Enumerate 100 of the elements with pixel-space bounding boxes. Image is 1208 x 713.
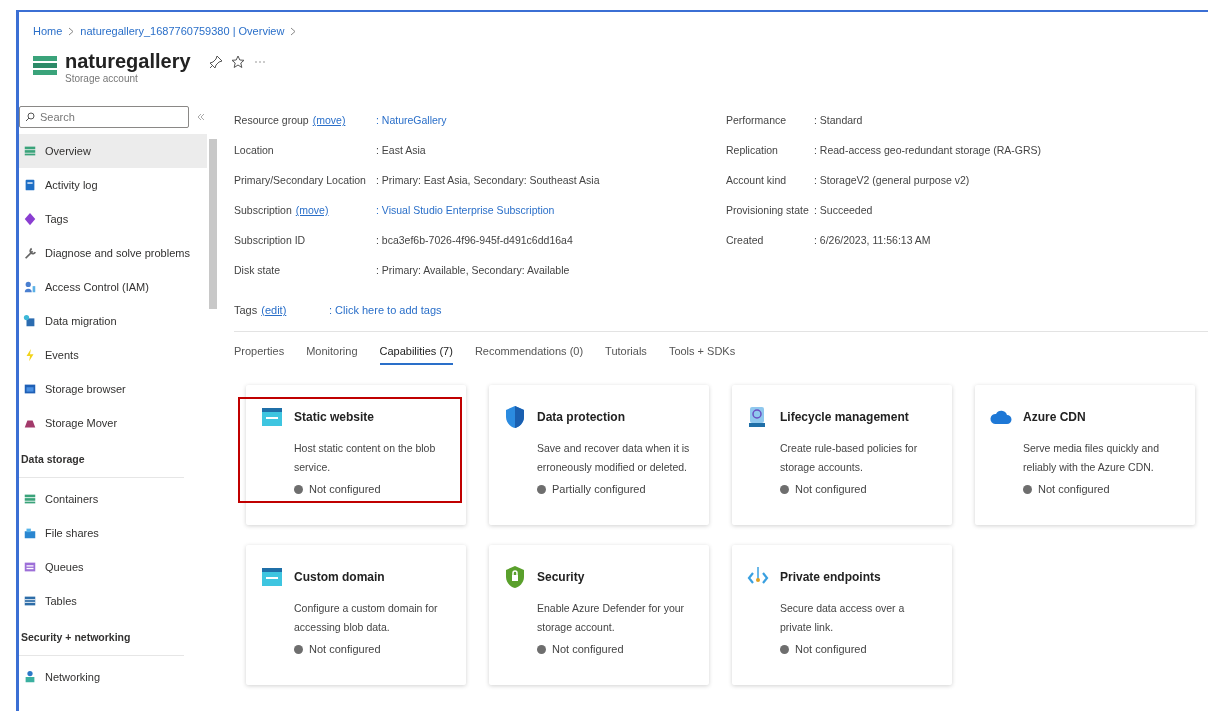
status-text: Not configured [795, 643, 867, 655]
property-label: Primary/Secondary Location [234, 174, 366, 186]
tab[interactable]: Capabilities (7) [379, 342, 453, 365]
card-title: Data protection [537, 410, 626, 424]
property-label: Disk state [234, 264, 281, 276]
tab[interactable]: Monitoring [306, 342, 358, 365]
status-dot [1023, 484, 1032, 494]
section-header: Data storage [19, 440, 184, 478]
card-description: Create rule-based policies for storage accounts. [780, 441, 919, 475]
status-dot [780, 644, 789, 654]
card-title: Security [537, 570, 586, 584]
tab[interactable]: Tools + SDKs [668, 342, 736, 365]
tab[interactable]: Tutorials [605, 342, 647, 365]
property-label: Replication [726, 144, 778, 156]
capability-card[interactable]: Custom domain Configure a custom domain for accessing blob data. Not configured [246, 545, 466, 685]
web-page-icon [260, 405, 284, 429]
scrollbar[interactable] [209, 139, 217, 309]
property-link[interactable]: : Visual Studio Enterprise Subscription [376, 204, 555, 216]
lock-shield-icon [503, 565, 527, 589]
property-value: : 6/26/2023, 11:56:13 AM [814, 234, 931, 246]
property-label: Resource group [234, 114, 309, 126]
card-description: Enable Azure Defender for your storage account. [537, 601, 686, 635]
tag-icon [23, 212, 37, 226]
sidebar-item[interactable]: Tags [19, 202, 207, 236]
card-description: Host static content on the blob service. [294, 441, 437, 475]
sidebar-item[interactable]: Storage browser [19, 372, 207, 406]
card-title: Azure CDN [1023, 410, 1087, 424]
card-description: Secure data access over a private link. [780, 601, 906, 635]
property-value: : Standard [814, 114, 863, 126]
status-dot [294, 644, 303, 654]
card-title: Static website [294, 410, 376, 424]
property-link[interactable]: : NatureGallery [376, 114, 447, 126]
chevron-icon [68, 26, 75, 36]
file-share-icon [23, 526, 37, 540]
card-title: Private endpoints [780, 570, 882, 584]
property-label: Performance [726, 114, 787, 126]
tab[interactable]: Recommendations (0) [474, 342, 584, 365]
status-text: Not configured [552, 643, 624, 655]
list-icon [23, 492, 37, 506]
property-value: : Primary: East Asia, Secondary: Southeast Asia [376, 174, 600, 186]
star-icon[interactable] [230, 55, 245, 69]
sidebar-item[interactable]: Storage Mover [19, 406, 207, 440]
tab[interactable]: Properties [234, 342, 285, 365]
section-header: Security + networking [19, 618, 184, 656]
property-value: : Read-access geo-redundant storage (RA-GRS) [814, 144, 1042, 156]
sidebar-item[interactable]: Containers [19, 482, 207, 516]
action-link[interactable]: (move) [312, 114, 346, 126]
people-icon [23, 280, 37, 294]
web-page-icon [260, 565, 284, 589]
sidebar-item[interactable]: Activity log [19, 168, 207, 202]
resource-subtitle: Storage account [65, 73, 139, 84]
status-text: Not configured [795, 483, 867, 495]
sidebar-item[interactable]: Tables [19, 584, 207, 618]
capability-card[interactable]: Private endpoints Secure data access over a private link. Not configured [732, 545, 952, 685]
sidebar-item[interactable]: Overview [19, 134, 207, 168]
property-label: Subscription ID [234, 234, 306, 246]
sidebar-item[interactable]: Networking [19, 660, 207, 694]
breadcrumb-link[interactable]: Home [33, 25, 63, 37]
capability-card[interactable]: Data protection Save and recover data when it is erroneously modified or deleted. Partially configured [489, 385, 709, 525]
queue-icon [23, 560, 37, 574]
card-description: Serve media files quickly and reliably with the Azure CDN. [1023, 441, 1160, 475]
action-link[interactable]: (edit) [261, 304, 287, 316]
sidebar-item[interactable]: Queues [19, 550, 207, 584]
property-label: Created [726, 234, 764, 246]
capability-card[interactable]: Lifecycle management Create rule-based policies for storage accounts. Not configured [732, 385, 952, 525]
breadcrumb-link[interactable]: naturegallery_1687760759380 | Overview [80, 25, 285, 37]
search-field[interactable]: Search [19, 106, 189, 128]
capability-card[interactable]: Azure CDN Serve media files quickly and reliably with the Azure CDN. Not configured [975, 385, 1195, 525]
capability-card[interactable]: Security Enable Azure Defender for your storage account. Not configured [489, 545, 709, 685]
card-description: Save and recover data when it is erroneously modified or deleted. [537, 441, 691, 475]
card-description: Configure a custom domain for accessing blob data. [294, 601, 439, 635]
property-label: Account kind [726, 174, 787, 186]
collapse-icon[interactable] [197, 113, 205, 121]
list-icon [23, 144, 37, 158]
status-dot [537, 484, 546, 494]
property-value: : Primary: Available, Secondary: Available [376, 264, 570, 276]
shield-icon [503, 405, 527, 429]
sidebar-item[interactable]: Events [19, 338, 207, 372]
status-text: Partially configured [552, 483, 646, 495]
property-label: Subscription [234, 204, 292, 216]
pin-icon[interactable] [208, 55, 223, 69]
sidebar-item[interactable]: Data migration [19, 304, 207, 338]
card-title: Lifecycle management [780, 410, 910, 424]
action-link[interactable]: (move) [295, 204, 329, 216]
add-tags-link[interactable]: : Click here to add tags [329, 304, 442, 316]
storage-icon [33, 54, 57, 76]
card-title: Custom domain [294, 570, 386, 584]
status-text: Not configured [309, 643, 381, 655]
search-icon [25, 112, 35, 122]
status-text: Not configured [1038, 483, 1110, 495]
sidebar-item[interactable]: Access Control (IAM) [19, 270, 207, 304]
chevron-icon [290, 26, 297, 36]
property-label: Tags [234, 304, 258, 316]
status-dot [780, 484, 789, 494]
status-dot [294, 484, 303, 494]
sidebar-item[interactable]: Diagnose and solve problems [19, 236, 207, 270]
sidebar-item[interactable]: File shares [19, 516, 207, 550]
wrench-icon [23, 246, 37, 260]
status-text: Not configured [309, 483, 381, 495]
status-dot [537, 644, 546, 654]
